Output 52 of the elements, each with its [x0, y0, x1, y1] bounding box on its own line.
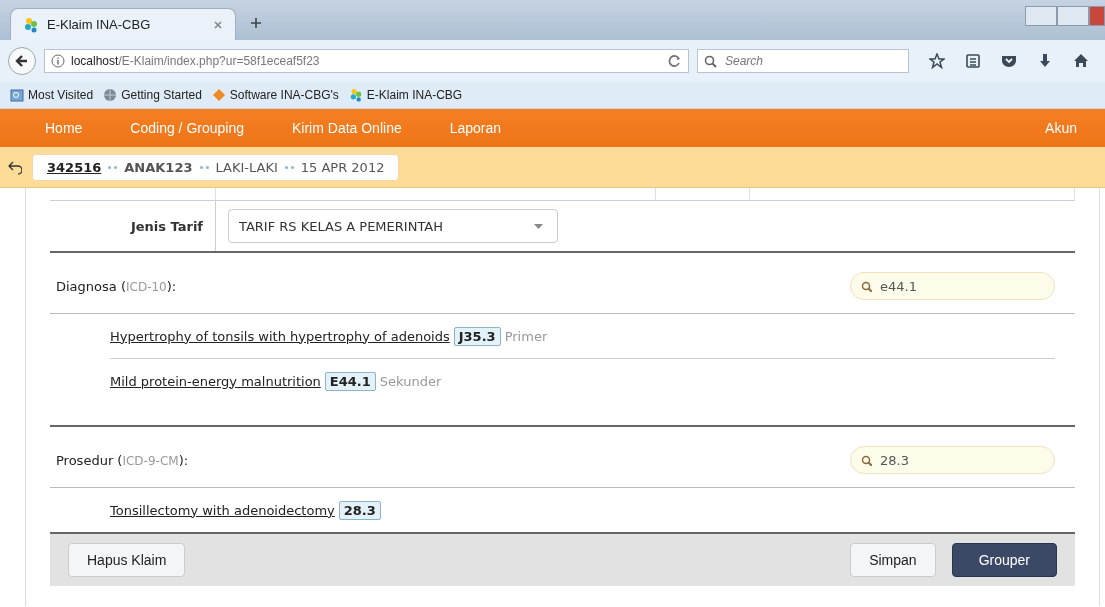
- code-search-input[interactable]: e44.1: [878, 277, 1042, 295]
- patient-name: ANAK123: [124, 159, 193, 175]
- globe-icon: [103, 88, 118, 102]
- search-icon: [861, 280, 872, 292]
- diamond-icon: [211, 88, 226, 102]
- bookmark-link[interactable]: E-Klaim INA-CBG: [348, 88, 463, 102]
- home-icon[interactable]: [1073, 53, 1089, 69]
- search-icon: [704, 54, 717, 68]
- patient-gender: LAKI-LAKI: [215, 159, 278, 175]
- download-icon[interactable]: [1037, 53, 1053, 69]
- diagnosis-role: Primer: [504, 328, 548, 344]
- code-tag: E44.1: [324, 371, 376, 391]
- search-field[interactable]: Search: [697, 49, 909, 73]
- app-logo-icon: [23, 16, 39, 33]
- section-label: Prosedur (ICD-9-CM):: [56, 452, 189, 468]
- bookmark-link[interactable]: Most Visited: [10, 88, 94, 102]
- search-input[interactable]: Search: [723, 53, 897, 69]
- code-search-field[interactable]: 28.3: [850, 446, 1055, 474]
- search-icon: [861, 454, 872, 466]
- code-tag: J35.3: [453, 326, 501, 346]
- dropdown-caret-icon: [534, 223, 543, 229]
- action-button[interactable]: Simpan: [850, 543, 936, 577]
- browser-tab[interactable]: E-Klaim INA-CBG: [10, 8, 236, 40]
- app-logo-icon: [348, 88, 363, 102]
- code-tag: 28.3: [338, 500, 381, 520]
- reload-icon: [668, 54, 682, 68]
- info-icon: [51, 54, 65, 68]
- action-button[interactable]: Grouper: [951, 543, 1057, 577]
- plus-icon: [250, 17, 262, 29]
- pocket-icon[interactable]: [1001, 53, 1017, 69]
- diagnosis-link[interactable]: Hypertrophy of tonsils with hypertrophy of adenoids: [110, 328, 450, 344]
- procedure-link[interactable]: Tonsillectomy with adenoidectomy: [110, 502, 335, 518]
- tariff-label: Jenis Tarif: [50, 201, 216, 251]
- bookmark-link[interactable]: Getting Started: [103, 88, 202, 102]
- address-bar[interactable]: localhost/E-Klaim/index.php?ur=58f1eceaf5f23: [44, 49, 689, 73]
- list-icon[interactable]: [965, 53, 981, 69]
- bookmark-link[interactable]: Software INA-CBG's: [211, 88, 339, 102]
- diagnosis-role: Sekunder: [379, 373, 442, 389]
- close-icon: [213, 19, 223, 30]
- action-button[interactable]: Hapus Klaim: [68, 543, 186, 577]
- claim-number-link[interactable]: 342516: [47, 159, 102, 175]
- diagnosis-link[interactable]: Mild protein-energy malnutrition: [110, 373, 321, 389]
- back-button[interactable]: [8, 159, 22, 175]
- return-icon: [8, 159, 22, 175]
- tariff-dropdown[interactable]: TARIF RS KELAS A PEMERINTAH: [228, 209, 558, 243]
- code-search-field[interactable]: e44.1: [850, 272, 1055, 300]
- code-search-input[interactable]: 28.3: [878, 451, 1042, 469]
- section-label: Diagnosa (ICD-10):: [56, 278, 177, 294]
- back-arrow-icon: [15, 54, 29, 68]
- patient-birth-date: 15 APR 2012: [300, 159, 385, 175]
- back-button[interactable]: [8, 47, 36, 75]
- star-icon[interactable]: [929, 53, 945, 69]
